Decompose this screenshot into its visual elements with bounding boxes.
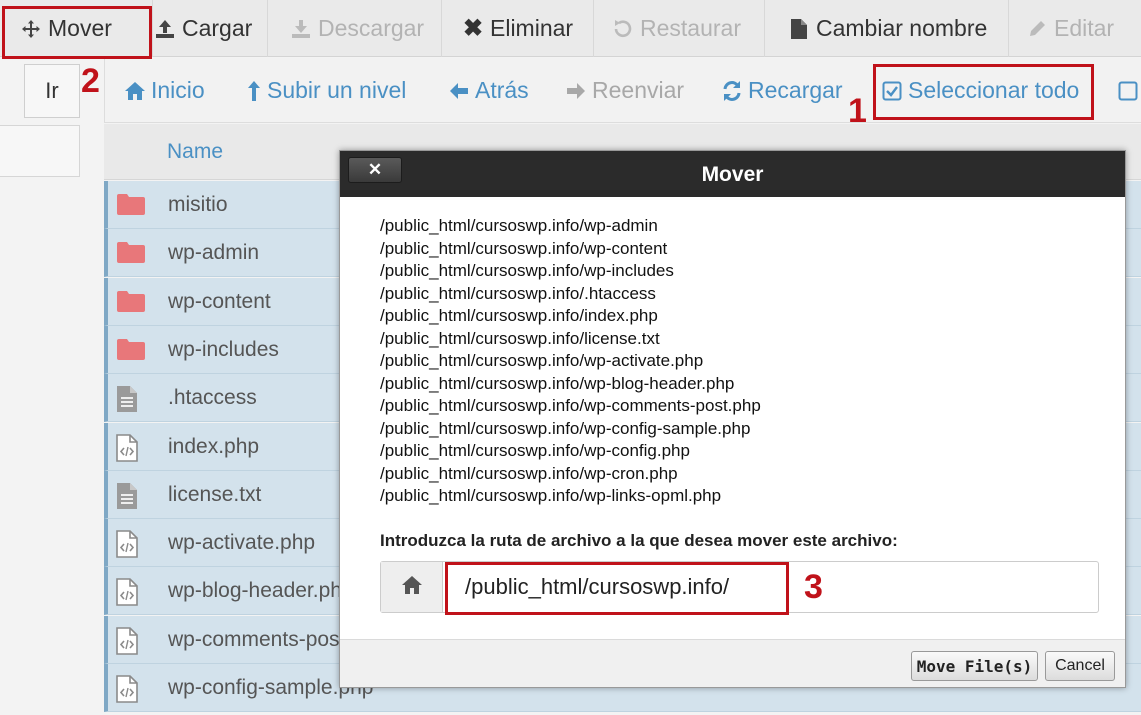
selected-file-path: /public_html/cursoswp.info/wp-content: [380, 238, 668, 258]
close-x-icon: ✖: [462, 15, 484, 42]
toolbar-divider: [764, 0, 765, 57]
arrow-right-icon: [565, 80, 587, 102]
arrow-left-icon: [448, 80, 470, 102]
move-files-button[interactable]: Move File(s): [911, 651, 1038, 681]
step-number-1: 1: [848, 92, 867, 130]
dialog-title: Mover: [701, 163, 764, 186]
rename-button[interactable]: Cambiar nombre: [788, 0, 987, 57]
dialog-titlebar: ✕ Mover: [340, 151, 1125, 197]
checkbox-empty-icon: [1117, 80, 1139, 102]
toolbar-divider: [152, 0, 153, 57]
file-name: wp-blog-header.php: [168, 579, 354, 603]
code-file-icon: [116, 626, 142, 655]
home-icon: [124, 80, 146, 102]
highlight-move-button: [2, 6, 152, 59]
folder-icon: [116, 337, 145, 363]
reload-button-label: Recargar: [748, 77, 843, 103]
destination-prompt: Introduzca la ruta de archivo a la que d…: [380, 531, 898, 550]
restore-button-label: Restaurar: [640, 15, 741, 41]
toolbar-divider: [441, 0, 442, 57]
name-column-header[interactable]: Name: [167, 140, 223, 164]
selected-file-path: /public_html/cursoswp.info/wp-cron.php: [380, 463, 678, 483]
selected-file-path: /public_html/cursoswp.info/license.txt: [380, 328, 660, 348]
left-panel-field[interactable]: [0, 125, 80, 177]
code-file-icon: [116, 675, 142, 703]
upload-button[interactable]: Cargar: [154, 0, 252, 57]
forward-button-label: Reenviar: [592, 77, 685, 103]
step-number-3: 3: [804, 568, 823, 606]
download-button[interactable]: Descargar: [290, 0, 424, 57]
rename-button-label: Cambiar nombre: [816, 15, 988, 41]
upload-icon: [154, 18, 176, 40]
download-icon: [290, 18, 312, 40]
delete-button[interactable]: ✖ Eliminar: [462, 0, 573, 57]
selected-file-path: /public_html/cursoswp.info/wp-activate.p…: [380, 351, 704, 370]
cancel-button-label: Cancel: [1055, 657, 1105, 674]
move-files-button-label: Move File(s): [916, 656, 1033, 676]
upload-button-label: Cargar: [182, 15, 253, 41]
file-icon: [788, 18, 810, 40]
go-button-label: Ir: [45, 78, 59, 103]
edit-button[interactable]: Editar: [1026, 0, 1114, 57]
code-file-icon: [116, 530, 142, 558]
toolbar-divider: [267, 0, 268, 57]
cancel-button[interactable]: Cancel: [1045, 651, 1115, 681]
arrow-up-icon: [246, 80, 262, 102]
code-file-icon: [116, 433, 142, 462]
selected-files-list: /public_html/cursoswp.info/wp-admin/publ…: [380, 215, 761, 508]
go-button[interactable]: Ir: [24, 64, 80, 118]
home-addon: [381, 562, 443, 612]
selected-file-path: /public_html/cursoswp.info/wp-blog-heade…: [380, 373, 735, 393]
selected-file-path: /public_html/cursoswp.info/wp-links-opml…: [380, 486, 722, 505]
highlight-select-all: [873, 64, 1094, 120]
folder-icon: [116, 240, 145, 266]
file-name: wp-includes: [168, 337, 279, 361]
selected-file-path: /public_html/cursoswp.info/wp-config.php: [380, 441, 690, 460]
undo-icon: [612, 18, 634, 40]
refresh-icon: [721, 80, 743, 102]
file-name: index.php: [168, 434, 260, 458]
selected-file-path: /public_html/cursoswp.info/wp-comments-p…: [380, 396, 761, 415]
file-name: wp-content: [168, 289, 271, 313]
edit-button-label: Editar: [1054, 15, 1115, 41]
selected-file-path: /public_html/cursoswp.info/wp-config-sam…: [380, 418, 751, 438]
download-button-label: Descargar: [318, 15, 425, 41]
home-button[interactable]: Inicio: [124, 58, 205, 123]
back-button[interactable]: Atrás: [448, 58, 529, 123]
back-button-label: Atrás: [475, 77, 529, 103]
pencil-icon: [1026, 18, 1048, 40]
up-one-level-button[interactable]: Subir un nivel: [246, 58, 406, 123]
text-file-icon: [116, 482, 142, 509]
home-icon: [400, 575, 424, 600]
highlight-destination-input: [445, 562, 789, 615]
toolbar-divider: [593, 0, 594, 57]
delete-button-label: Eliminar: [490, 15, 574, 41]
file-name: wp-activate.php: [168, 531, 316, 555]
file-name: misitio: [168, 193, 228, 216]
toolbar-divider: [1008, 0, 1009, 57]
restore-button[interactable]: Restaurar: [612, 0, 741, 57]
selected-file-path: /public_html/cursoswp.info/index.php: [380, 306, 658, 325]
home-button-label: Inicio: [151, 77, 205, 103]
up-one-level-button-label: Subir un nivel: [267, 77, 407, 103]
text-file-icon: [116, 385, 142, 413]
file-name: license.txt: [168, 482, 262, 506]
folder-icon: [116, 192, 145, 218]
file-name: .htaccess: [168, 386, 257, 410]
reload-button[interactable]: Recargar: [721, 58, 843, 123]
selected-file-path: /public_html/cursoswp.info/wp-admin: [380, 216, 658, 235]
selected-file-path: /public_html/cursoswp.info/.htaccess: [380, 283, 656, 303]
deselect-all-button[interactable]: [1117, 58, 1141, 123]
selected-file-path: /public_html/cursoswp.info/wp-includes: [380, 261, 674, 280]
file-name: wp-admin: [168, 241, 260, 265]
forward-button[interactable]: Reenviar: [565, 58, 684, 123]
step-number-2: 2: [81, 62, 100, 100]
folder-icon: [116, 289, 145, 315]
code-file-icon: [116, 578, 142, 607]
